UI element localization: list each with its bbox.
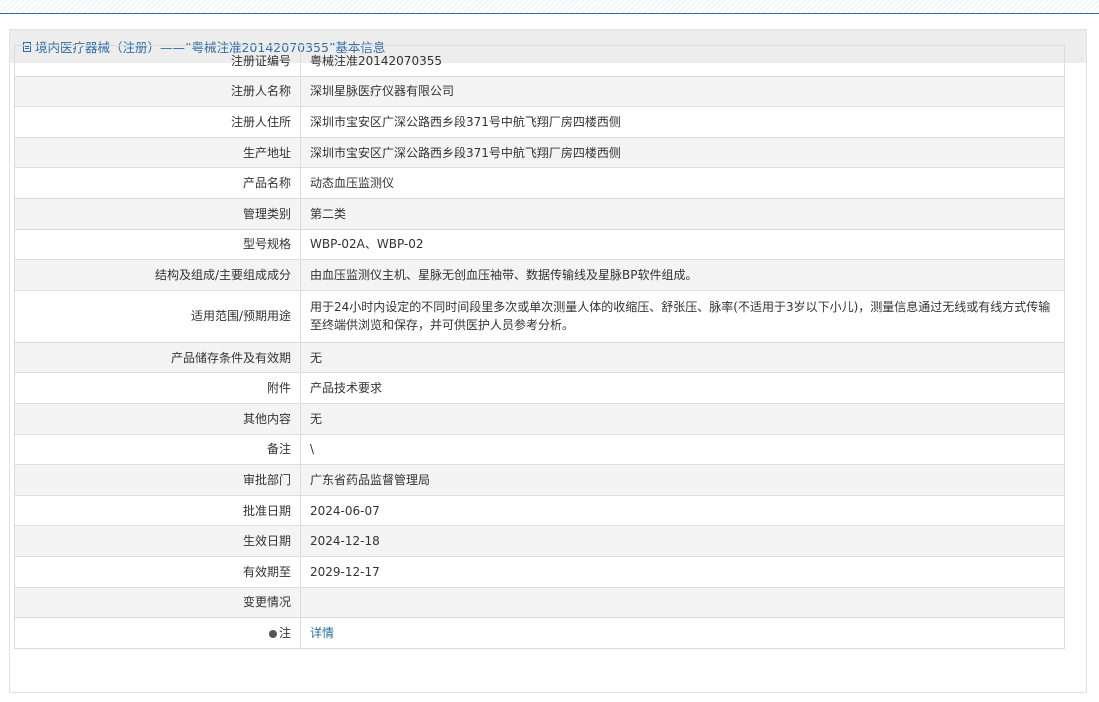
table-row: 备注 \ — [14, 433, 1065, 466]
row-label: 注册人住所 — [14, 106, 301, 138]
table-row: 附件 产品技术要求 — [14, 372, 1065, 404]
row-value: 广东省药品监督管理局 — [300, 464, 1065, 496]
table-row: 变更情况 — [14, 586, 1065, 619]
row-label: 管理类别 — [14, 197, 301, 230]
info-table: 注册证编号 粤械注准20142070355 注册人名称 深圳星脉医疗仪器有限公司… — [14, 45, 1065, 649]
row-label: 有效期至 — [14, 555, 301, 588]
table-row: 生产地址 深圳市宝安区广深公路西乡段371号中航飞翔厂房四楼西侧 — [14, 136, 1065, 169]
row-label: 适用范围/预期用途 — [14, 289, 301, 343]
row-label: 备注 — [14, 433, 301, 466]
row-label: 附件 — [14, 372, 301, 404]
row-value — [300, 586, 1065, 619]
table-row: 批准日期 2024-06-07 — [14, 494, 1065, 527]
row-label: 结构及组成/主要组成成分 — [14, 259, 301, 291]
table-row: 注册人名称 深圳星脉医疗仪器有限公司 — [14, 75, 1065, 108]
row-value: 由血压监测仪主机、星脉无创血压袖带、数据传输线及星脉BP软件组成。 — [300, 259, 1065, 291]
row-value: 用于24小时内设定的不同时间段里多次或单次测量人体的收缩压、舒张压、脉率(不适用… — [300, 289, 1065, 343]
note-label: 注 — [278, 625, 291, 640]
top-banner-stripe — [0, 0, 1099, 14]
note-value-cell: 详情 — [300, 617, 1065, 649]
row-label: 产品储存条件及有效期 — [14, 341, 301, 374]
row-label: 变更情况 — [14, 586, 301, 619]
table-row: 适用范围/预期用途 用于24小时内设定的不同时间段里多次或单次测量人体的收缩压、… — [14, 289, 1065, 343]
row-value: 2024-12-18 — [300, 525, 1065, 557]
details-link[interactable]: 详情 — [310, 626, 334, 640]
row-value: 无 — [300, 341, 1065, 374]
row-value: 2024-06-07 — [300, 494, 1065, 527]
note-row: 注 详情 — [14, 617, 1065, 649]
row-label: 其他内容 — [14, 402, 301, 435]
table-row: 生效日期 2024-12-18 — [14, 525, 1065, 557]
row-value: 深圳市宝安区广深公路西乡段371号中航飞翔厂房四楼西侧 — [300, 106, 1065, 138]
row-value: 深圳星脉医疗仪器有限公司 — [300, 75, 1065, 108]
row-value: 无 — [300, 402, 1065, 435]
row-label: 产品名称 — [14, 167, 301, 199]
table-row: 产品名称 动态血压监测仪 — [14, 167, 1065, 199]
row-label: 审批部门 — [14, 464, 301, 496]
row-label: 注册证编号 — [14, 45, 301, 77]
row-value: 第二类 — [300, 197, 1065, 230]
row-value: 深圳市宝安区广深公路西乡段371号中航飞翔厂房四楼西侧 — [300, 136, 1065, 169]
table-row: 型号规格 WBP-02A、WBP-02 — [14, 228, 1065, 261]
row-value: WBP-02A、WBP-02 — [300, 228, 1065, 261]
row-value: 2029-12-17 — [300, 555, 1065, 588]
row-value: 产品技术要求 — [300, 372, 1065, 404]
table-row: 注册证编号 粤械注准20142070355 — [14, 45, 1065, 77]
table-row: 其他内容 无 — [14, 402, 1065, 435]
row-value: 动态血压监测仪 — [300, 167, 1065, 199]
row-label: 生产地址 — [14, 136, 301, 169]
row-label: 生效日期 — [14, 525, 301, 557]
note-label-cell: 注 — [14, 617, 301, 649]
table-row: 审批部门 广东省药品监督管理局 — [14, 464, 1065, 496]
row-label: 型号规格 — [14, 228, 301, 261]
row-value: \ — [300, 433, 1065, 466]
row-label: 注册人名称 — [14, 75, 301, 108]
table-row: 产品储存条件及有效期 无 — [14, 341, 1065, 374]
table-row: 管理类别 第二类 — [14, 197, 1065, 230]
row-label: 批准日期 — [14, 494, 301, 527]
bulb-icon — [268, 629, 277, 638]
table-row: 有效期至 2029-12-17 — [14, 555, 1065, 588]
table-row: 结构及组成/主要组成成分 由血压监测仪主机、星脉无创血压袖带、数据传输线及星脉B… — [14, 259, 1065, 291]
row-value: 粤械注准20142070355 — [300, 45, 1065, 77]
table-row: 注册人住所 深圳市宝安区广深公路西乡段371号中航飞翔厂房四楼西侧 — [14, 106, 1065, 138]
